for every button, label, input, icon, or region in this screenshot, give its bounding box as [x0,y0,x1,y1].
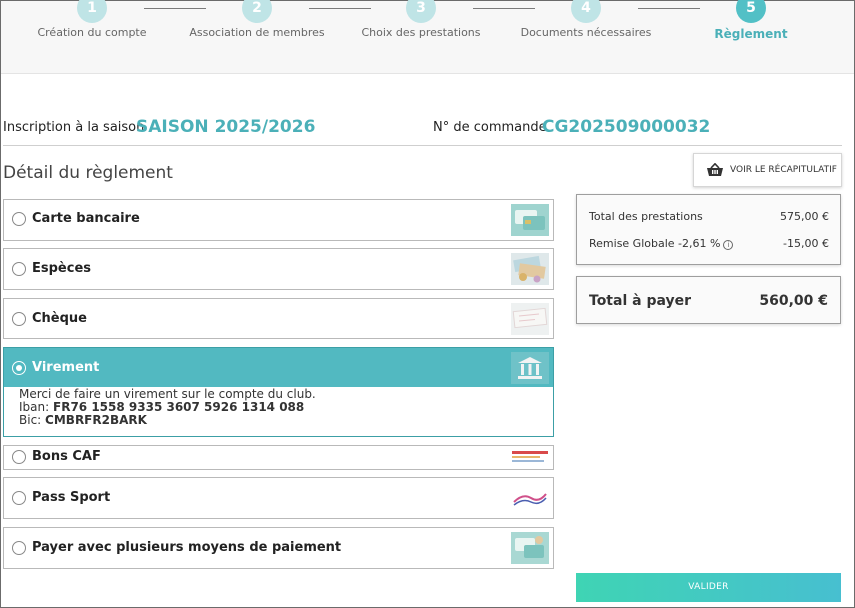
radio-button[interactable] [12,541,26,555]
step-connector [638,8,700,9]
order-number-label: N° de commande [433,120,547,135]
remise-value: -15,00 € [783,237,829,250]
payment-option-label: Chèque [32,311,87,326]
radio-button[interactable] [12,212,26,226]
basket-icon [706,162,724,177]
order-number-value: CG202509000032 [542,117,711,137]
payment-option-label: Pass Sport [32,490,111,505]
payment-option-pass-sport[interactable]: Pass Sport [3,477,554,519]
step-label: Documents nécessaires [520,26,652,39]
payment-option-carte-bancaire[interactable]: Carte bancaire [3,199,554,241]
total-to-pay-panel: Total à payer 560,00 € [576,276,841,324]
step-number: 1 [77,0,107,23]
total-prestations-value: 575,00 € [780,210,829,223]
total-prestations-row: Total des prestations 575,00 € [589,210,829,223]
multiple-payments-icon [511,532,549,564]
payment-option-cheque[interactable]: Chèque [3,298,554,339]
step-label: Association de membres [189,26,325,39]
cheque-icon [511,303,549,335]
payment-option-multiple[interactable]: Payer avec plusieurs moyens de paiement [3,527,554,569]
radio-button[interactable] [12,450,26,464]
remise-row: Remise Globale -2,61 % i -15,00 € [589,237,829,250]
caf-logo-icon [511,448,549,466]
iban-value: FR76 1558 9335 3607 5926 1314 088 [53,400,305,414]
iban-label: Iban: [19,400,50,414]
radio-button[interactable] [12,312,26,326]
bic-value: CMBRFR2BARK [45,413,147,427]
remise-label: Remise Globale -2,61 % [589,237,721,250]
totals-panel: Total des prestations 575,00 € Remise Gl… [576,194,841,265]
payment-option-label: Virement [32,360,100,375]
payment-option-label: Espèces [32,261,92,276]
payment-option-especes[interactable]: Espèces [3,248,554,290]
credit-card-icon [511,204,549,236]
validate-button[interactable]: VALIDER [576,573,841,602]
step-connector [309,8,371,9]
step-label: Règlement [714,27,788,41]
pass-sport-logo-icon [511,483,549,515]
step-connector [473,8,535,9]
radio-button[interactable] [12,491,26,505]
divider [3,145,842,146]
step-label: Choix des prestations [361,26,481,39]
payment-option-label: Carte bancaire [32,211,140,226]
progress-stepper: 1 Création du compte 2 Association de me… [1,0,854,74]
view-summary-button[interactable]: VOIR LE RÉCAPITULATIF [693,153,842,187]
info-icon[interactable]: i [723,240,734,250]
season-value: SAISON 2025/2026 [136,117,316,137]
step-number: 5 [736,0,766,23]
step-label: Création du compte [37,26,147,39]
step-number: 2 [242,0,272,23]
bank-transfer-details: Merci de faire un virement sur le compte… [19,388,316,427]
bank-icon [511,352,549,384]
payment-option-label: Bons CAF [32,449,101,464]
view-summary-label: VOIR LE RÉCAPITULATIF [730,165,837,175]
total-to-pay-value: 560,00 € [759,293,828,309]
step-connector [144,8,206,9]
payment-option-label: Payer avec plusieurs moyens de paiement [32,540,342,555]
bic-label: Bic: [19,413,42,427]
total-prestations-label: Total des prestations [589,210,703,223]
season-label: Inscription à la saison [3,120,145,135]
cash-icon [511,253,549,285]
radio-button-selected[interactable] [12,361,26,375]
payment-option-bons-caf[interactable]: Bons CAF [3,445,554,470]
radio-button[interactable] [12,262,26,276]
step-number: 4 [571,0,601,23]
total-to-pay-label: Total à payer [589,293,692,309]
payment-option-virement[interactable]: Virement Merci de faire un virement sur … [3,347,554,437]
order-header: Inscription à la saison SAISON 2025/2026… [3,117,853,144]
step-number: 3 [406,0,436,23]
bic-line: Bic: CMBRFR2BARK [19,414,316,427]
section-title: Détail du règlement [3,163,173,183]
